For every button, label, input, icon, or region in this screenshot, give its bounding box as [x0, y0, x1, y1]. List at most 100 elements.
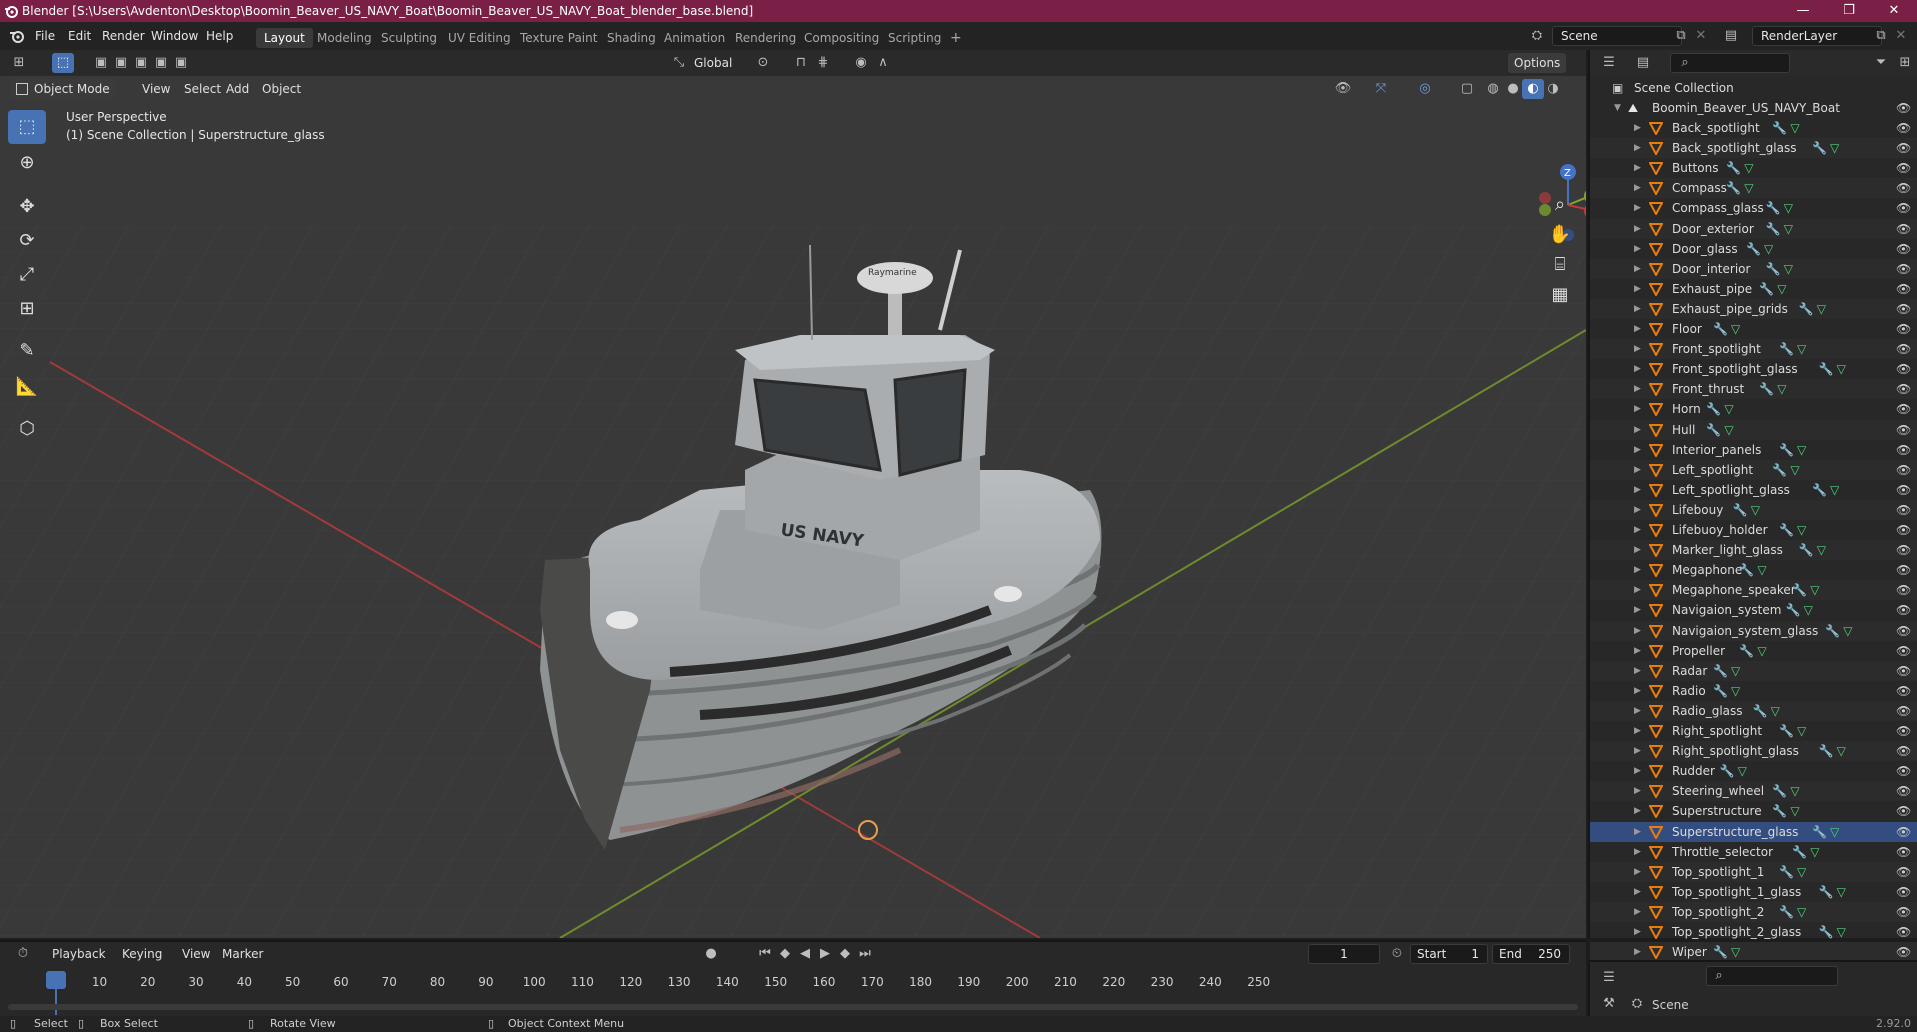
- tab-scripting[interactable]: Scripting: [880, 28, 949, 48]
- scene-browse-icon[interactable]: ⛭: [1526, 26, 1548, 46]
- modifier-wrench-icon[interactable]: 🔧: [1819, 359, 1834, 379]
- modifier-wrench-icon[interactable]: 🔧: [1786, 600, 1801, 620]
- play-reverse-icon[interactable]: ◀: [794, 944, 816, 964]
- filter-icon[interactable]: ⏷: [1870, 53, 1892, 73]
- modifier-wrench-icon[interactable]: 🔧: [1759, 279, 1774, 299]
- xray-icon[interactable]: ▢: [1456, 79, 1478, 99]
- visibility-eye-icon[interactable]: 👁: [1896, 178, 1911, 198]
- visibility-eye-icon[interactable]: 👁: [1896, 399, 1911, 419]
- outliner-item-label[interactable]: Superstructure_glass: [1672, 822, 1798, 842]
- select-mode-extend-icon[interactable]: ▣: [110, 53, 132, 73]
- visibility-eye-icon[interactable]: 👁: [1896, 259, 1911, 279]
- modifier-wrench-icon[interactable]: 🔧: [1772, 781, 1787, 801]
- tab-uv-editing[interactable]: UV Editing: [440, 28, 519, 48]
- visibility-eye-icon[interactable]: 👁: [1896, 922, 1911, 942]
- mesh-data-icon[interactable]: ▽: [1790, 118, 1799, 138]
- outliner-item[interactable]: ▶ Left_spotlight 🔧 ▽ 👁: [1590, 459, 1917, 480]
- tab-rendering[interactable]: Rendering: [727, 28, 804, 48]
- outliner-item-label[interactable]: Right_spotlight_glass: [1672, 741, 1799, 761]
- collapse-arrow-icon[interactable]: ▼: [1614, 98, 1621, 118]
- modifier-wrench-icon[interactable]: 🔧: [1706, 420, 1721, 440]
- mesh-data-icon[interactable]: ▽: [1757, 560, 1766, 580]
- outliner-item-label[interactable]: Radio: [1672, 681, 1706, 701]
- modifier-wrench-icon[interactable]: 🔧: [1825, 621, 1840, 641]
- close-button[interactable]: ✕: [1871, 0, 1917, 22]
- outliner-item-label[interactable]: Floor: [1672, 319, 1702, 339]
- mesh-data-icon[interactable]: ▽: [1777, 379, 1786, 399]
- expand-arrow-icon[interactable]: ▶: [1634, 520, 1641, 540]
- outliner-item-label[interactable]: Propeller: [1672, 641, 1725, 661]
- properties-editor-icon[interactable]: ☰: [1598, 968, 1620, 988]
- modifier-wrench-icon[interactable]: 🔧: [1766, 259, 1781, 279]
- visibility-eye-icon[interactable]: 👁: [1896, 420, 1911, 440]
- mesh-data-icon[interactable]: ▽: [1797, 520, 1806, 540]
- mesh-data-icon[interactable]: ▽: [1797, 440, 1806, 460]
- outliner-item[interactable]: ▶ Floor 🔧 ▽ 👁: [1590, 319, 1917, 339]
- tab-layout[interactable]: Layout: [256, 28, 313, 48]
- mesh-data-icon[interactable]: ▽: [1777, 279, 1786, 299]
- pivot-point-icon[interactable]: ⊙: [752, 53, 774, 73]
- outliner-item-label[interactable]: Back_spotlight: [1672, 118, 1760, 138]
- mesh-data-icon[interactable]: ▽: [1843, 621, 1852, 641]
- outliner-item[interactable]: ▶ Navigaion_system 🔧 ▽ 👁: [1590, 600, 1917, 620]
- mesh-data-icon[interactable]: ▽: [1830, 138, 1839, 158]
- mesh-data-icon[interactable]: ▽: [1738, 761, 1747, 781]
- visibility-eye-icon[interactable]: 👁: [1896, 600, 1911, 620]
- modifier-wrench-icon[interactable]: 🔧: [1812, 822, 1827, 842]
- outliner-item-label[interactable]: Navigaion_system_glass: [1672, 621, 1818, 641]
- visibility-eye-icon[interactable]: 👁: [1896, 339, 1911, 359]
- overlay-toggle-icon[interactable]: ◎: [1414, 79, 1436, 99]
- outliner-item-label[interactable]: Hull: [1672, 420, 1695, 440]
- outliner-item[interactable]: ▶ Propeller 🔧 ▽ 👁: [1590, 641, 1917, 661]
- expand-arrow-icon[interactable]: ▶: [1634, 460, 1641, 480]
- mesh-data-icon[interactable]: ▽: [1810, 842, 1819, 862]
- gizmo-toggle-icon[interactable]: ⤧: [1370, 79, 1392, 99]
- expand-arrow-icon[interactable]: ▶: [1634, 440, 1641, 460]
- expand-arrow-icon[interactable]: ▶: [1634, 842, 1641, 862]
- outliner-editor-icon[interactable]: ☰: [1598, 53, 1620, 73]
- tab-compositing[interactable]: Compositing: [796, 28, 887, 48]
- outliner-item-label[interactable]: Superstructure: [1672, 801, 1762, 821]
- menu-render[interactable]: Render: [96, 27, 151, 45]
- mesh-data-icon[interactable]: ▽: [1837, 882, 1846, 902]
- select-mode-invert-icon[interactable]: ▣: [150, 53, 172, 73]
- menu-help[interactable]: Help: [200, 27, 239, 45]
- modifier-wrench-icon[interactable]: 🔧: [1759, 379, 1774, 399]
- outliner-item-label[interactable]: Compass: [1672, 178, 1727, 198]
- outliner-item[interactable]: ▶ Horn 🔧 ▽ 👁: [1590, 399, 1917, 419]
- outliner-item[interactable]: ▶ Door_exterior 🔧 ▽ 👁: [1590, 218, 1917, 239]
- expand-arrow-icon[interactable]: ▶: [1634, 781, 1641, 801]
- visibility-eye-icon[interactable]: 👁: [1896, 721, 1911, 741]
- expand-arrow-icon[interactable]: ▶: [1634, 500, 1641, 520]
- visibility-eye-icon[interactable]: 👁: [1896, 681, 1911, 701]
- transform-orientation-icon[interactable]: ⤡: [668, 53, 690, 73]
- outliner-item[interactable]: ▶ Back_spotlight 🔧 ▽ 👁: [1590, 118, 1917, 138]
- outliner-item[interactable]: ▶ Top_spotlight_1 🔧 ▽ 👁: [1590, 861, 1917, 882]
- snap-target-icon[interactable]: ⋕: [812, 53, 834, 73]
- modifier-wrench-icon[interactable]: 🔧: [1720, 761, 1735, 781]
- cursor-tool-icon[interactable]: ⊕: [8, 146, 46, 180]
- mesh-data-icon[interactable]: ▽: [1790, 460, 1799, 480]
- visibility-eye-icon[interactable]: 👁: [1896, 299, 1911, 319]
- outliner-item-label[interactable]: Door_exterior: [1672, 219, 1754, 239]
- 3d-viewport[interactable]: US NAVY Raymarine Z Y X ⊞ ⬚ ▣ ▣ ▣ ▣ ▣ ⤡ …: [0, 50, 1586, 938]
- visibility-eye-icon[interactable]: 👁: [1896, 198, 1911, 218]
- expand-arrow-icon[interactable]: ▶: [1634, 580, 1641, 600]
- mesh-data-icon[interactable]: ▽: [1797, 862, 1806, 882]
- current-frame-field[interactable]: 1: [1308, 944, 1380, 964]
- mesh-data-icon[interactable]: ▽: [1731, 319, 1740, 339]
- end-frame-field[interactable]: End 250: [1492, 944, 1570, 964]
- camera-view-icon[interactable]: ⌸: [1545, 250, 1575, 280]
- outliner-item[interactable]: ▶ Top_spotlight_2_glass 🔧 ▽ 👁: [1590, 922, 1917, 942]
- next-keyframe-icon[interactable]: ◆: [834, 944, 856, 964]
- modifier-wrench-icon[interactable]: 🔧: [1766, 198, 1781, 218]
- expand-arrow-icon[interactable]: ▶: [1634, 661, 1641, 681]
- mesh-data-icon[interactable]: ▽: [1797, 721, 1806, 741]
- outliner-item[interactable]: ▶ Buttons 🔧 ▽ 👁: [1590, 158, 1917, 178]
- modifier-wrench-icon[interactable]: 🔧: [1779, 721, 1794, 741]
- annotate-tool-icon[interactable]: ✎: [8, 334, 46, 368]
- mesh-data-icon[interactable]: ▽: [1731, 681, 1740, 701]
- visibility-eye-icon[interactable]: 👁: [1896, 842, 1911, 862]
- tab-texture-paint[interactable]: Texture Paint: [512, 28, 605, 48]
- visibility-eye-icon[interactable]: 👁: [1896, 500, 1911, 520]
